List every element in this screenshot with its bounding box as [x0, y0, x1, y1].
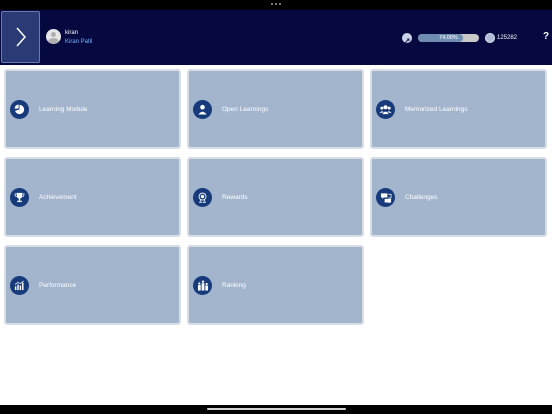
tile-label: Challenges — [405, 193, 438, 201]
tile-label: Performance — [39, 281, 77, 289]
tile-memorized-learnings[interactable]: Memorized Learnings — [370, 69, 547, 149]
user-handle: kiran — [65, 30, 79, 36]
tile-label: Rewards — [222, 193, 248, 201]
medal-icon — [193, 187, 212, 207]
tile-performance[interactable]: Performance — [4, 245, 181, 325]
tile-rewards[interactable]: Rewards — [187, 157, 364, 237]
tile-ranking[interactable]: Ranking — [187, 245, 364, 325]
tile-label: Open Learnings — [222, 105, 269, 113]
rocket-icon — [402, 33, 412, 44]
user-icon — [193, 99, 212, 119]
coin-icon — [485, 33, 495, 43]
avatar[interactable] — [46, 29, 61, 44]
multitask-dots[interactable] — [271, 3, 281, 5]
challenge-icon — [376, 187, 395, 207]
tile-label: Memorized Learnings — [405, 105, 468, 113]
progress-bar: 74.00% — [418, 34, 479, 42]
bottom-bar — [0, 405, 552, 414]
app-header: kiran Kiran Patil 74.00% 125282 ? — [0, 10, 552, 65]
trophy-icon — [10, 187, 29, 207]
pie-chart-icon — [10, 99, 29, 119]
bar-chart-icon — [10, 275, 29, 295]
tile-challenges[interactable]: Challenges — [370, 157, 547, 237]
home-indicator[interactable] — [207, 408, 346, 410]
tile-learning-module[interactable]: Learning Module — [4, 69, 181, 149]
status-strip — [0, 0, 552, 10]
chevron-right-icon — [15, 27, 26, 47]
help-button[interactable]: ? — [543, 31, 549, 42]
tile-open-learnings[interactable]: Open Learnings — [187, 69, 364, 149]
menu-button[interactable] — [1, 11, 40, 63]
user-name[interactable]: Kiran Patil — [65, 39, 92, 45]
tile-label: Achievement — [39, 193, 77, 201]
tile-achievement[interactable]: Achievement — [4, 157, 181, 237]
ranking-icon — [193, 275, 212, 295]
users-icon — [376, 99, 395, 119]
tile-label: Ranking — [222, 281, 246, 289]
progress-text: 74.00% — [439, 35, 458, 41]
coin-count: 125282 — [497, 35, 518, 41]
tile-label: Learning Module — [39, 105, 88, 113]
